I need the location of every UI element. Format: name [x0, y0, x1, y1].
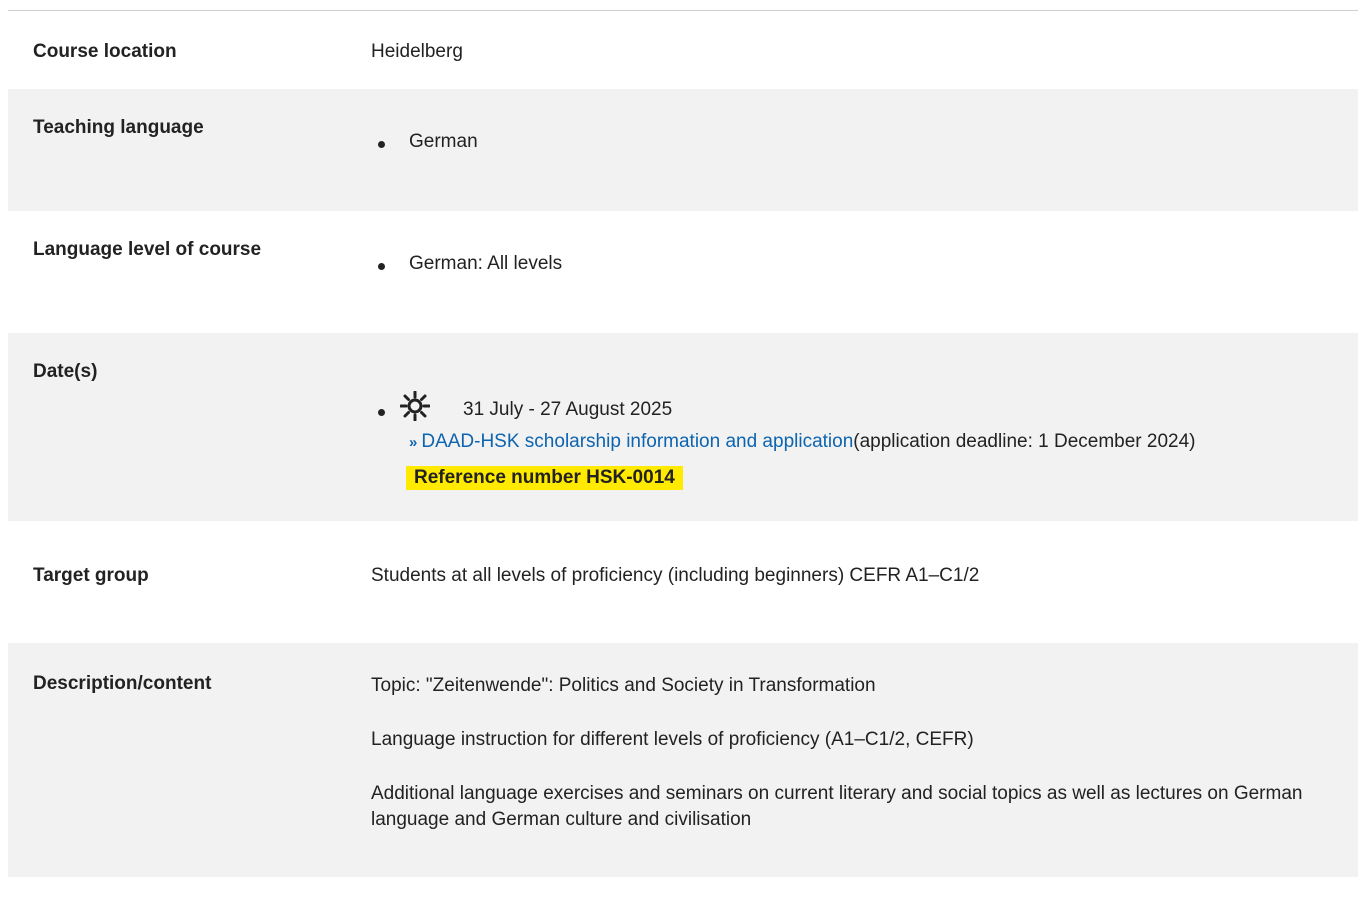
dates-label: Date(s) [33, 361, 98, 382]
description-paragraph: Language instruction for different level… [371, 729, 974, 750]
row-target-group: Target group Students at all levels of p… [8, 521, 1358, 643]
scholarship-link[interactable]: DAAD-HSK scholarship information and app… [421, 431, 853, 452]
sun-icon [399, 390, 431, 426]
description-label: Description/content [33, 673, 212, 694]
row-teaching-language: Teaching language German [8, 89, 1358, 211]
target-group-label: Target group [33, 565, 149, 586]
bullet-icon [378, 263, 385, 270]
row-language-level: Language level of course German: All lev… [8, 211, 1358, 333]
course-location-value: Heidelberg [371, 41, 463, 62]
row-course-location: Course location Heidelberg [8, 11, 1358, 89]
date-range: 31 July - 27 August 2025 [463, 399, 673, 420]
language-level-label: Language level of course [33, 239, 262, 260]
description-paragraph: Topic: "Zeitenwende": Politics and Socie… [371, 675, 876, 696]
language-level-item: German: All levels [409, 253, 563, 274]
reference-number-badge: Reference number HSK-0014 [406, 466, 683, 490]
double-chevron-icon: » [409, 434, 418, 451]
course-details-table: Course location Heidelberg Teaching lang… [8, 11, 1358, 877]
bullet-icon [378, 409, 385, 416]
course-location-label: Course location [33, 41, 177, 62]
deadline-text: (application deadline: 1 December 2024) [853, 431, 1196, 452]
target-group-value: Students at all levels of proficiency (i… [371, 565, 980, 586]
teaching-language-label: Teaching language [33, 117, 204, 138]
scholarship-line: » DAAD-HSK scholarship information and ap… [409, 431, 1196, 453]
row-description: Description/content Topic: "Zeitenwende"… [8, 643, 1358, 877]
row-dates: Date(s) 31 July - 27 August 2025 » DAAD-H… [8, 333, 1358, 521]
description-paragraph: Additional language exercises and semina… [371, 783, 1303, 830]
teaching-language-item: German [409, 131, 478, 152]
bullet-icon [378, 141, 385, 148]
